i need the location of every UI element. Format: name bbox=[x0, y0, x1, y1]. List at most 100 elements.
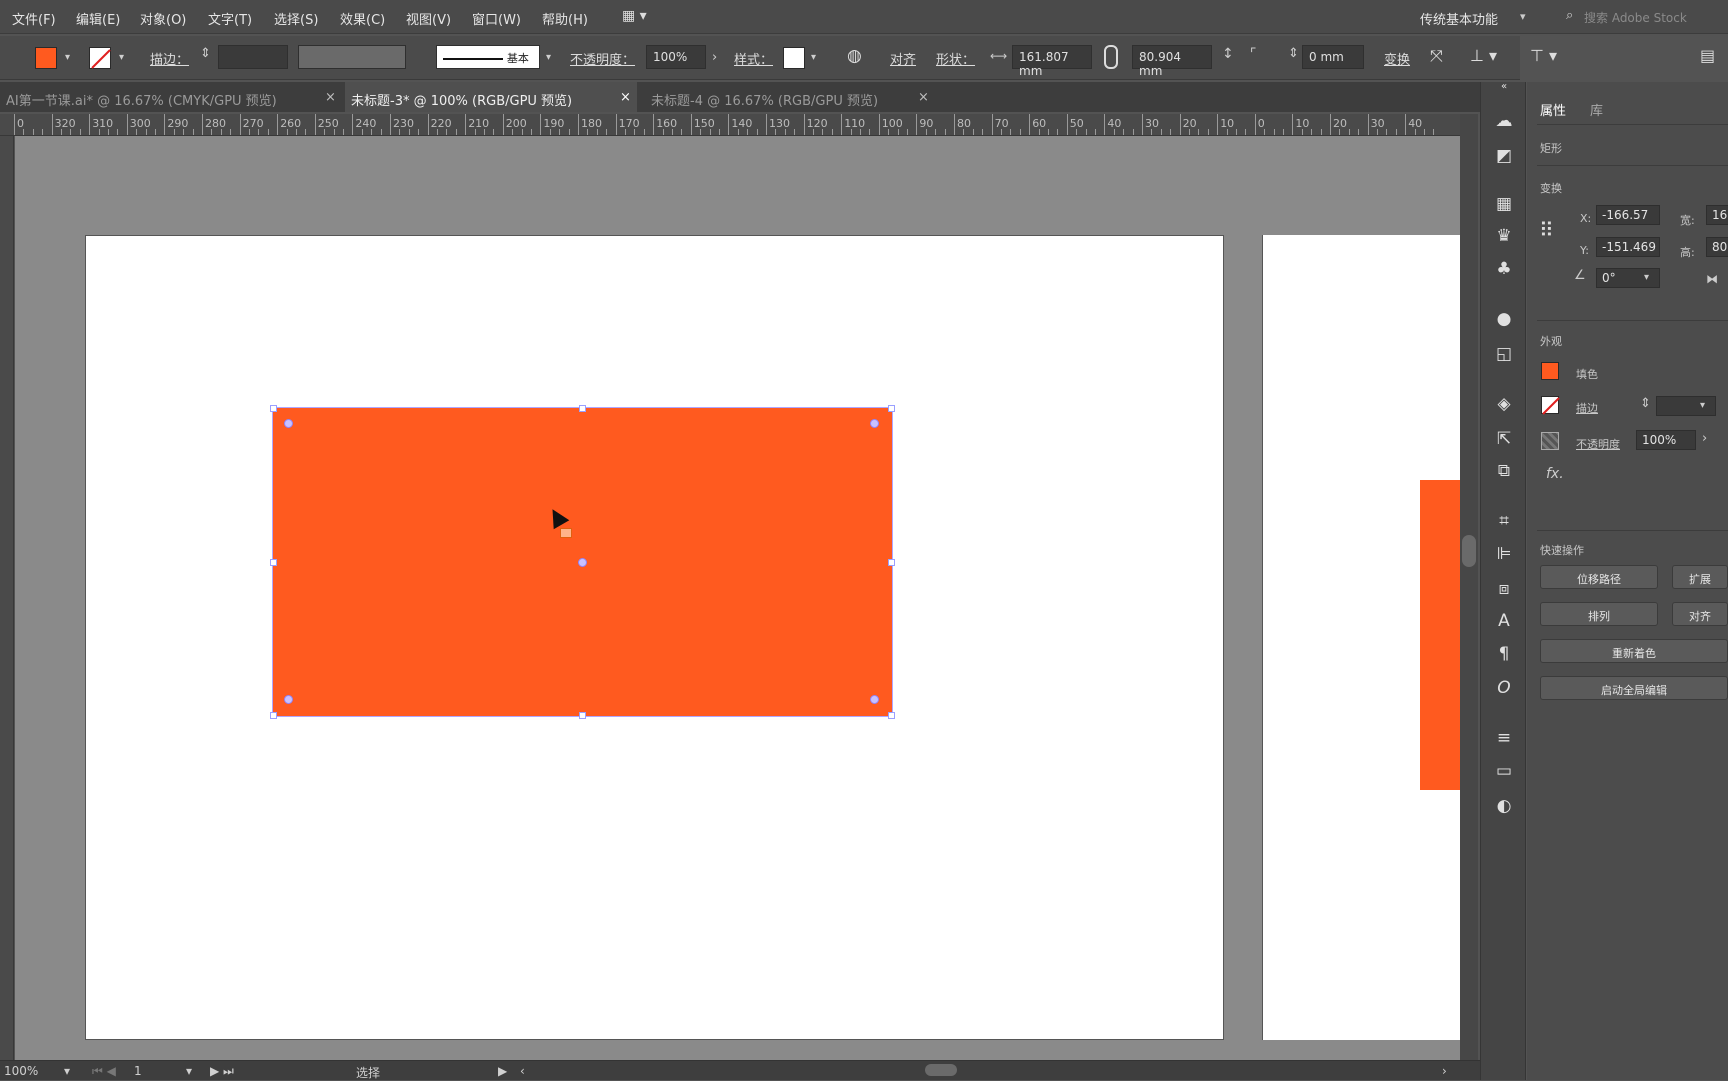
horizontal-scroll-thumb[interactable] bbox=[925, 1064, 957, 1076]
fill-swatch[interactable] bbox=[35, 47, 57, 69]
first-artboard-icon[interactable]: ⏮ ◀ bbox=[92, 1064, 116, 1079]
tab-untitled-4[interactable]: 未标题-4 @ 16.67% (RGB/GPU 预览) bbox=[645, 82, 935, 112]
opacity-field[interactable]: 100% bbox=[1636, 430, 1696, 450]
menu-item-5[interactable]: 效果(C) bbox=[340, 9, 385, 28]
transform-icon[interactable]: ⌗ bbox=[1493, 510, 1515, 532]
resize-handle-r[interactable] bbox=[888, 559, 895, 566]
align-button[interactable]: 对齐 bbox=[1672, 602, 1728, 626]
transform-label[interactable]: 变换 bbox=[1384, 49, 1410, 68]
stroke-color-swatch[interactable] bbox=[1541, 396, 1560, 415]
align-objects-icon[interactable]: ⊥ ▾ bbox=[1470, 46, 1497, 65]
close-icon[interactable]: × bbox=[325, 90, 336, 105]
document-icon[interactable]: ◩ bbox=[1493, 145, 1515, 167]
stroke-swatch[interactable] bbox=[89, 47, 111, 69]
recolor-icon[interactable]: ◍ bbox=[847, 46, 862, 66]
recolor-button[interactable]: 重新着色 bbox=[1540, 639, 1728, 663]
menu-item-3[interactable]: 文字(T) bbox=[208, 9, 252, 28]
center-point[interactable] bbox=[578, 558, 587, 567]
distribute-icon[interactable]: ⊤ ▾ bbox=[1530, 46, 1557, 65]
graphic-styles-icon[interactable]: ◱ bbox=[1493, 343, 1515, 365]
vertical-ruler[interactable] bbox=[0, 136, 14, 1066]
menu-item-1[interactable]: 编辑(E) bbox=[76, 9, 120, 28]
stepper-icon[interactable]: ⇕ bbox=[200, 46, 211, 61]
resize-handle-br[interactable] bbox=[888, 712, 895, 719]
vertical-scrollbar[interactable] bbox=[1460, 114, 1478, 1066]
width-field[interactable]: 161.807 mm bbox=[1012, 45, 1092, 78]
stroke-icon[interactable]: ≡ bbox=[1493, 727, 1515, 749]
status-menu-icon[interactable]: ▶ bbox=[498, 1064, 507, 1078]
style-label[interactable]: 样式： bbox=[734, 49, 773, 68]
tab-ai-lesson-1[interactable]: AI第一节课.ai* @ 16.67% (CMYK/GPU 预览) bbox=[0, 82, 340, 112]
resize-handle-t[interactable] bbox=[579, 405, 586, 412]
stroke-label[interactable]: 描边 bbox=[1576, 400, 1598, 416]
appearance-icon[interactable]: ● bbox=[1493, 308, 1515, 330]
resize-handle-l[interactable] bbox=[270, 559, 277, 566]
chevron-down-icon[interactable]: ▾ bbox=[186, 1064, 192, 1078]
tab-properties[interactable]: 属性 bbox=[1540, 100, 1566, 119]
height-field[interactable]: 80.904 mm bbox=[1132, 45, 1212, 78]
chevron-right-icon[interactable]: › bbox=[1702, 431, 1707, 446]
stroke-label[interactable]: 描边： bbox=[150, 49, 189, 68]
fill-color-swatch[interactable] bbox=[1541, 362, 1559, 380]
opacity-field[interactable]: 100% bbox=[646, 45, 706, 69]
chevron-down-icon[interactable]: ▾ bbox=[65, 52, 70, 63]
stock-search-input[interactable]: 搜索 Adobe Stock bbox=[1584, 9, 1687, 26]
character-icon[interactable]: A bbox=[1493, 610, 1515, 632]
chevron-right-icon[interactable]: › bbox=[712, 50, 717, 65]
corner-widget-tr[interactable] bbox=[870, 419, 879, 428]
corner-widget-bl[interactable] bbox=[284, 695, 293, 704]
menu-item-4[interactable]: 选择(S) bbox=[274, 9, 318, 28]
stroke-weight-field[interactable] bbox=[1656, 396, 1716, 416]
shape-label[interactable]: 形状： bbox=[936, 49, 975, 68]
stepper-icon[interactable]: ⇕ bbox=[1640, 396, 1651, 411]
x-field[interactable]: -166.57 bbox=[1596, 205, 1660, 225]
resize-handle-bl[interactable] bbox=[270, 712, 277, 719]
resize-handle-tl[interactable] bbox=[270, 405, 277, 412]
symbols-icon[interactable]: ♣ bbox=[1493, 258, 1515, 280]
gradient-icon[interactable]: ▭ bbox=[1493, 760, 1515, 782]
corner-widget-br[interactable] bbox=[870, 695, 879, 704]
rectangle-shape-2[interactable] bbox=[1420, 480, 1460, 790]
corner-type-icon[interactable]: ⌜ bbox=[1250, 46, 1257, 62]
chevron-down-icon[interactable]: ▾ bbox=[546, 52, 551, 63]
tab-untitled-3[interactable]: 未标题-3* @ 100% (RGB/GPU 预览) bbox=[345, 82, 637, 112]
scroll-left-icon[interactable]: ‹ bbox=[520, 1064, 525, 1078]
graphic-style-swatch[interactable] bbox=[783, 47, 805, 69]
chevron-down-icon[interactable]: ▾ bbox=[1520, 10, 1526, 23]
chevron-down-icon[interactable]: ▾ bbox=[1644, 272, 1649, 283]
stepper-icon[interactable]: ⇕ bbox=[1288, 46, 1299, 61]
fx-icon[interactable]: fx. bbox=[1546, 466, 1564, 482]
corner-widget-tl[interactable] bbox=[284, 419, 293, 428]
paragraph-icon[interactable]: ¶ bbox=[1493, 643, 1515, 665]
layers-icon[interactable]: ◈ bbox=[1493, 393, 1515, 415]
stroke-style-field[interactable]: 基本 bbox=[436, 45, 540, 69]
align-icon[interactable]: ⊫ bbox=[1493, 543, 1515, 565]
collapse-icon[interactable]: « bbox=[1493, 82, 1515, 92]
y-field[interactable]: -151.469 bbox=[1596, 237, 1660, 257]
pathfinder-icon[interactable]: ⧈ bbox=[1493, 578, 1515, 600]
h-field[interactable]: 80 bbox=[1706, 237, 1728, 257]
close-icon[interactable]: × bbox=[620, 90, 631, 105]
transform-each-icon[interactable]: ⤧ bbox=[1430, 46, 1443, 66]
flip-horizontal-icon[interactable]: ⧓ bbox=[1706, 272, 1718, 286]
menu-item-0[interactable]: 文件(F) bbox=[12, 9, 56, 28]
resize-handle-b[interactable] bbox=[579, 712, 586, 719]
w-field[interactable]: 16 bbox=[1706, 205, 1728, 225]
menu-item-7[interactable]: 窗口(W) bbox=[472, 9, 521, 28]
offset-path-button[interactable]: 位移路径 bbox=[1540, 565, 1658, 589]
swatches-icon[interactable]: ▦ bbox=[1493, 193, 1515, 215]
workspace-switcher-icon[interactable]: ▦ ▾ bbox=[622, 8, 647, 24]
reference-point-icon[interactable]: ⠿ bbox=[1539, 218, 1554, 242]
stroke-weight-field[interactable] bbox=[218, 45, 288, 69]
chevron-down-icon[interactable]: ▾ bbox=[119, 52, 124, 63]
opentype-icon[interactable]: O bbox=[1493, 677, 1515, 699]
export-icon[interactable]: ⇱ bbox=[1493, 428, 1515, 450]
opacity-label[interactable]: 不透明度： bbox=[570, 49, 635, 68]
rotation-field[interactable]: 0° bbox=[1596, 268, 1660, 288]
color-guide-icon[interactable]: ☁ bbox=[1493, 110, 1515, 132]
expand-button[interactable]: 扩展 bbox=[1672, 565, 1728, 589]
resize-handle-tr[interactable] bbox=[888, 405, 895, 412]
tab-libraries[interactable]: 库 bbox=[1590, 100, 1603, 119]
scroll-right-icon[interactable]: › bbox=[1442, 1064, 1447, 1078]
horizontal-ruler[interactable]: 0 320 310 300 290 280 270 260 250 240 230 220 210 200… bbox=[0, 114, 1460, 136]
